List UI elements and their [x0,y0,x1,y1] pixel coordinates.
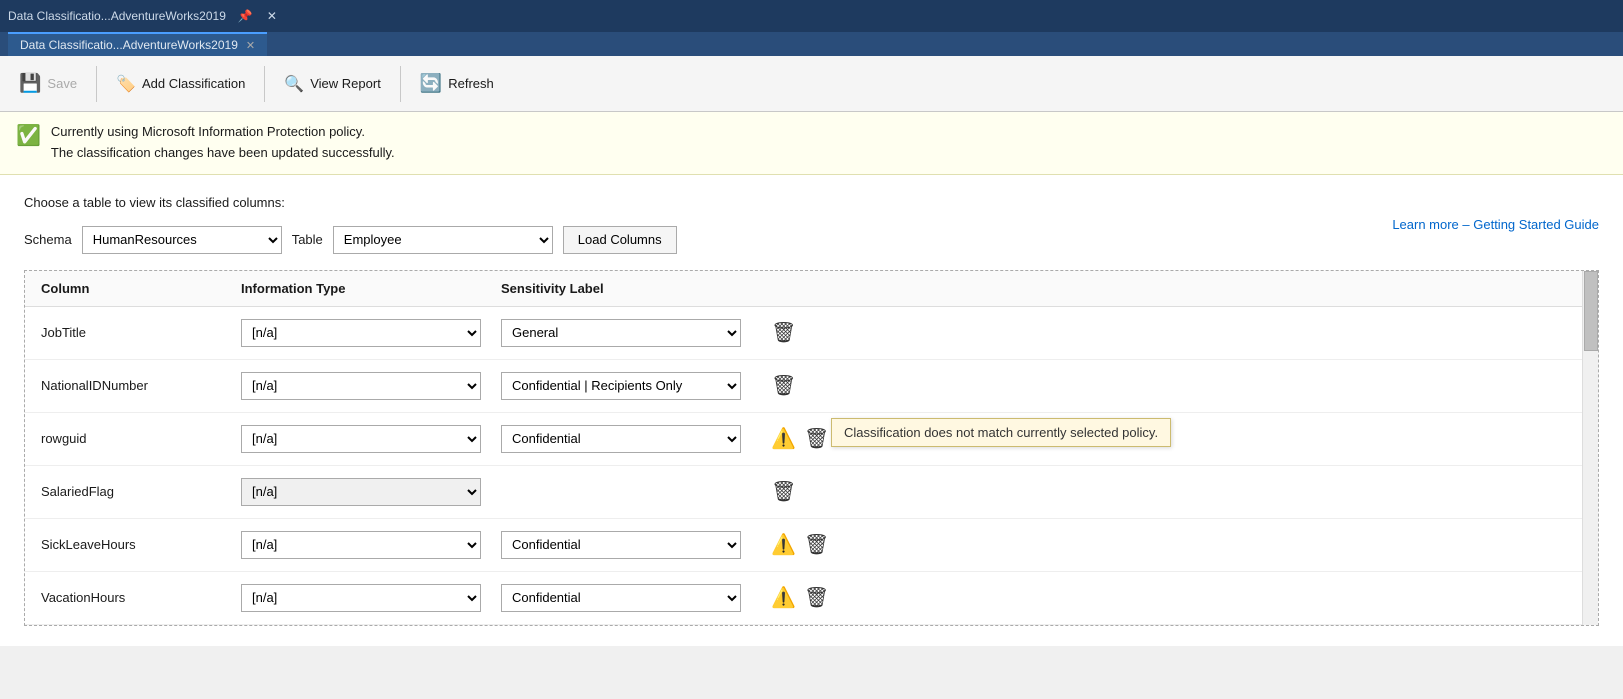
save-button[interactable]: 💾 Save [8,62,88,106]
scroll-track[interactable] [1582,271,1598,625]
info-type-select[interactable]: [n/a] [241,319,481,347]
toolbar-separator-3 [400,66,401,102]
table-select[interactable]: Employee [333,226,553,254]
column-headers: Column Information Type Sensitivity Labe… [25,271,1582,307]
table-row: NationalIDNumber [n/a] Confidential | Re… [25,360,1582,413]
col-header-sensitivity: Sensitivity Label [501,281,761,296]
warning-icon[interactable]: ⚠️ [771,426,796,451]
title-bar-controls: 📌 ✕ [232,7,283,25]
row-sensitivity: Confidential [501,531,761,559]
info-type-select[interactable]: [n/a] [241,372,481,400]
row-column-name: JobTitle [41,325,241,340]
delete-icon[interactable]: 🗑 [804,585,829,610]
sensitivity-select[interactable]: Confidential [501,531,741,559]
row-actions: ⚠️ 🗑 Classification does not match curre… [771,426,829,451]
sensitivity-select[interactable]: Confidential | Recipients Only [501,372,741,400]
main-tab[interactable]: Data Classificatio...AdventureWorks2019 … [8,32,267,56]
warning-icon[interactable]: ⚠️ [771,585,796,610]
row-column-name: SalariedFlag [41,484,241,499]
row-info-type: [n/a] [241,372,501,400]
row-sensitivity: General [501,319,761,347]
close-button[interactable]: ✕ [261,7,283,25]
row-column-name: rowguid [41,431,241,446]
save-label: Save [47,76,77,91]
delete-icon[interactable]: 🗑 [804,532,829,557]
load-columns-button[interactable]: Load Columns [563,226,677,254]
notification-success-icon: ✅ [16,123,41,148]
info-type-select[interactable]: [n/a] [241,531,481,559]
row-actions: 🗑 [771,373,796,398]
row-sensitivity: Confidential [501,584,761,612]
delete-icon[interactable]: 🗑 [771,373,796,398]
save-icon: 💾 [19,73,41,94]
refresh-icon: 🔄 [420,73,442,94]
toolbar-separator-2 [264,66,265,102]
delete-icon[interactable]: 🗑 [804,426,829,451]
sensitivity-select[interactable]: General [501,319,741,347]
notification-line2: The classification changes have been upd… [51,143,395,164]
info-type-select[interactable]: [n/a] [241,425,481,453]
info-type-select[interactable]: [n/a] [241,478,481,506]
add-classification-icon: 🏷️ [116,74,136,94]
row-actions: 🗑 [771,320,796,345]
notification-text: Currently using Microsoft Information Pr… [51,122,395,164]
table-row: VacationHours [n/a] Confidential ⚠️ 🗑 [25,572,1582,625]
sensitivity-select[interactable]: Confidential [501,584,741,612]
schema-select[interactable]: HumanResources [82,226,282,254]
row-actions: ⚠️ 🗑 [771,532,829,557]
row-sensitivity: Confidential | Recipients Only [501,372,761,400]
add-classification-label: Add Classification [142,76,245,91]
row-info-type: [n/a] [241,425,501,453]
row-info-type: [n/a] [241,319,501,347]
view-report-button[interactable]: 🔍 View Report [273,62,392,106]
table-row: SickLeaveHours [n/a] Confidential ⚠️ 🗑 [25,519,1582,572]
table-row: SalariedFlag [n/a] 🗑 [25,466,1582,519]
row-column-name: VacationHours [41,590,241,605]
row-column-name: SickLeaveHours [41,537,241,552]
info-type-select[interactable]: [n/a] [241,584,481,612]
view-report-icon: 🔍 [284,74,304,94]
table-selector-row: Choose a table to view its classified co… [24,195,1599,254]
main-content: Choose a table to view its classified co… [0,175,1623,646]
col-header-column: Column [41,281,241,296]
table-row: JobTitle [n/a] General 🗑 [25,307,1582,360]
sensitivity-select[interactable]: Confidential [501,425,741,453]
notification-line1: Currently using Microsoft Information Pr… [51,122,395,143]
row-actions: ⚠️ 🗑 [771,585,829,610]
title-bar-text: Data Classificatio...AdventureWorks2019 [8,9,226,23]
row-info-type: [n/a] [241,478,501,506]
view-report-label: View Report [310,76,381,91]
table-row: rowguid [n/a] Confidential ⚠️ 🗑 Classifi… [25,413,1582,466]
scroll-thumb[interactable] [1584,271,1598,351]
tab-close-icon[interactable]: ✕ [246,39,255,52]
delete-icon[interactable]: 🗑 [771,320,796,345]
toolbar-separator-1 [96,66,97,102]
warning-icon[interactable]: ⚠️ [771,532,796,557]
learn-more-link[interactable]: Learn more – Getting Started Guide [1392,217,1599,232]
row-info-type: [n/a] [241,531,501,559]
classification-table: Column Information Type Sensitivity Labe… [24,270,1599,626]
add-classification-button[interactable]: 🏷️ Add Classification [105,62,256,106]
choose-prompt: Choose a table to view its classified co… [24,195,285,210]
tab-label: Data Classificatio...AdventureWorks2019 [20,38,238,52]
toolbar: 💾 Save 🏷️ Add Classification 🔍 View Repo… [0,56,1623,112]
row-actions: 🗑 [771,479,796,504]
refresh-button[interactable]: 🔄 Refresh [409,62,505,106]
refresh-label: Refresh [448,76,494,91]
table-label: Table [292,232,323,247]
row-column-name: NationalIDNumber [41,378,241,393]
pin-button[interactable]: 📌 [232,7,259,25]
delete-icon[interactable]: 🗑 [771,479,796,504]
row-info-type: [n/a] [241,584,501,612]
col-header-info-type: Information Type [241,281,501,296]
notification-bar: ✅ Currently using Microsoft Information … [0,112,1623,175]
tooltip-box: Classification does not match currently … [831,418,1171,447]
row-sensitivity: Confidential [501,425,761,453]
title-bar: Data Classificatio...AdventureWorks2019 … [0,0,1623,32]
schema-label: Schema [24,232,72,247]
table-selector-left: Choose a table to view its classified co… [24,195,947,254]
